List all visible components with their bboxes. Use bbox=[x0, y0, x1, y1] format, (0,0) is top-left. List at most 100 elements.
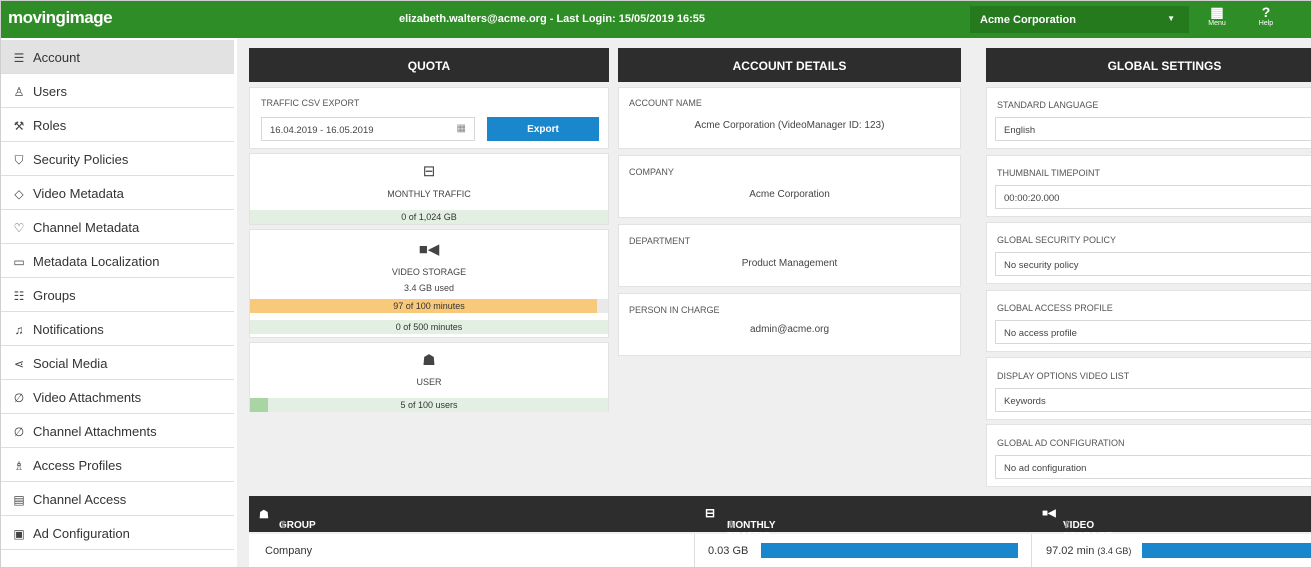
sidebar-item-label: Metadata Localization bbox=[33, 254, 160, 269]
video-storage-label: VIDEO STORAGE bbox=[391, 267, 467, 277]
company-label: COMPANY bbox=[629, 167, 674, 177]
hdd-icon: ⊟ bbox=[705, 506, 716, 520]
thumbnail-card: THUMBNAIL TIMEPOINT 00:00:20.000 bbox=[986, 155, 1311, 217]
sidebar-item-label: Access Profiles bbox=[33, 458, 122, 473]
traffic-progress-bar bbox=[761, 543, 1018, 558]
table-row[interactable]: Company 0.03 GB 97.02 min (3.4 GB) bbox=[249, 534, 1311, 567]
sidebar-item-social-media[interactable]: ⋖ Social Media bbox=[1, 346, 234, 380]
calendar-icon: ▦ bbox=[456, 123, 466, 134]
language-select[interactable]: English bbox=[995, 117, 1311, 141]
access-profile-label: GLOBAL ACCESS PROFILE bbox=[997, 303, 1113, 313]
sidebar-item-channel-attachments[interactable]: ∅ Channel Attachments bbox=[1, 414, 234, 448]
sidebar-item-security-policies[interactable]: ⛉ Security Policies bbox=[1, 142, 234, 176]
people-icon: ☷ bbox=[13, 289, 25, 303]
caret-down-icon: ▼ bbox=[1167, 14, 1175, 23]
row-storage: 97.02 min (3.4 GB) bbox=[1046, 545, 1131, 557]
language-label: STANDARD LANGUAGE bbox=[997, 100, 1099, 110]
monthly-traffic-bar: 0 of 1,024 GB bbox=[250, 210, 608, 224]
language-card: STANDARD LANGUAGE English bbox=[986, 87, 1311, 149]
security-policy-card: GLOBAL SECURITY POLICY No security polic… bbox=[986, 222, 1311, 284]
sidebar-item-label: Video Attachments bbox=[33, 390, 142, 405]
sidebar-item-metadata-localization[interactable]: ▭ Metadata Localization bbox=[1, 244, 234, 278]
user-bar-text: 5 of 100 users bbox=[400, 400, 458, 410]
organization-name: Acme Corporation bbox=[980, 14, 1076, 26]
sidebar-item-label: Users bbox=[33, 84, 67, 99]
sort-icon: ⇕ bbox=[727, 520, 736, 531]
sidebar-item-account[interactable]: ☰ Account bbox=[1, 40, 234, 74]
sidebar-item-channel-metadata[interactable]: ♡ Channel Metadata bbox=[1, 210, 234, 244]
sidebar-item-label: Channel Access bbox=[33, 492, 127, 507]
access-profile-select[interactable]: No access profile bbox=[995, 320, 1311, 344]
storage-bar-1-text: 97 of 100 minutes bbox=[393, 301, 465, 311]
department-value: Product Management bbox=[741, 258, 838, 269]
date-range-value: 16.04.2019 - 16.05.2019 bbox=[270, 125, 374, 136]
global-settings-header: GLOBAL SETTINGS bbox=[986, 48, 1311, 82]
row-storage-value: 97.02 min bbox=[1046, 545, 1095, 557]
sidebar-item-channel-access[interactable]: ▤ Channel Access bbox=[1, 482, 234, 516]
thumbnail-input[interactable]: 00:00:20.000 bbox=[995, 185, 1311, 209]
row-traffic: 0.03 GB bbox=[708, 545, 749, 557]
video-camera-icon: ■◀ bbox=[418, 241, 440, 258]
monthly-traffic-card: ⊟ MONTHLY TRAFFIC 0 of 1,024 GB bbox=[249, 153, 609, 225]
top-bar: movingimage elizabeth.walters@acme.org -… bbox=[1, 1, 1311, 38]
sidebar-item-ad-configuration[interactable]: ▣ Ad Configuration bbox=[1, 516, 234, 550]
export-button[interactable]: Export bbox=[487, 117, 599, 141]
ad-configuration-card: GLOBAL AD CONFIGURATION No ad configurat… bbox=[986, 424, 1311, 487]
user-icon: ♙ bbox=[13, 85, 25, 99]
wrench-icon: ⚒ bbox=[13, 119, 25, 133]
organization-select[interactable]: Acme Corporation ▼ bbox=[970, 6, 1189, 33]
sidebar-item-label: Video Metadata bbox=[33, 186, 124, 201]
ad-icon: ▣ bbox=[13, 527, 25, 541]
person-in-charge-card: PERSON IN CHARGE admin@acme.org bbox=[618, 293, 961, 356]
person-in-charge-value: admin@acme.org bbox=[749, 324, 830, 335]
shield-icon: ⛉ bbox=[14, 153, 24, 167]
tag-icon: ◇ bbox=[14, 187, 24, 201]
help-button[interactable]: ? Help bbox=[1246, 5, 1286, 35]
video-storage-card: ■◀ VIDEO STORAGE 3.4 GB used 97 of 100 m… bbox=[249, 229, 609, 338]
users-icon: ☗ bbox=[259, 509, 269, 521]
account-details-header: ACCOUNT DETAILS bbox=[618, 48, 961, 82]
badge-icon: ♡ bbox=[13, 221, 25, 235]
app-frame: movingimage elizabeth.walters@acme.org -… bbox=[0, 0, 1312, 568]
security-policy-select[interactable]: No security policy bbox=[995, 252, 1311, 276]
video-storage-used: 3.4 GB used bbox=[403, 283, 455, 293]
access-profile-card: GLOBAL ACCESS PROFILE No access profile bbox=[986, 290, 1311, 352]
sidebar-item-label: Channel Metadata bbox=[33, 220, 140, 235]
storage-bar-2: 0 of 500 minutes bbox=[250, 320, 608, 334]
sidebar-item-access-profiles[interactable]: ♗ Access Profiles bbox=[1, 448, 234, 482]
company-value: Acme Corporation bbox=[749, 189, 830, 200]
sidebar-item-roles[interactable]: ⚒ Roles bbox=[1, 108, 234, 142]
help-icon: ? bbox=[1261, 4, 1271, 20]
account-name-label: ACCOUNT NAME bbox=[629, 98, 702, 108]
sidebar-item-label: Ad Configuration bbox=[33, 526, 130, 541]
traffic-export-card: TRAFFIC CSV EXPORT 16.04.2019 - 16.05.20… bbox=[249, 87, 609, 149]
user-label: USER bbox=[416, 377, 442, 387]
sidebar-item-groups[interactable]: ☷ Groups bbox=[1, 278, 234, 312]
sidebar-item-notifications[interactable]: ♫ Notifications bbox=[1, 312, 234, 346]
menu-button[interactable]: ▦ Menu bbox=[1197, 5, 1237, 35]
row-storage-sub: (3.4 GB) bbox=[1097, 546, 1132, 556]
paperclip-icon: ∅ bbox=[13, 425, 25, 439]
row-group: Company bbox=[265, 545, 313, 557]
display-options-label: DISPLAY OPTIONS VIDEO LIST bbox=[997, 371, 1130, 381]
sidebar-item-label: Account bbox=[33, 50, 80, 65]
sidebar-item-label: Social Media bbox=[33, 356, 108, 371]
sidebar-item-video-metadata[interactable]: ◇ Video Metadata bbox=[1, 176, 234, 210]
chat-icon: ▭ bbox=[13, 255, 25, 269]
monthly-traffic-label: MONTHLY TRAFFIC bbox=[387, 189, 471, 199]
sidebar-item-video-attachments[interactable]: ∅ Video Attachments bbox=[1, 380, 234, 414]
sidebar-item-label: Security Policies bbox=[33, 152, 129, 167]
date-range-input[interactable]: 16.04.2019 - 16.05.2019 ▦ bbox=[261, 117, 475, 141]
bell-icon: ♫ bbox=[14, 323, 24, 337]
thumbnail-label: THUMBNAIL TIMEPOINT bbox=[997, 168, 1101, 178]
user-key-icon: ♗ bbox=[13, 459, 25, 473]
hdd-icon: ⊟ bbox=[422, 163, 436, 180]
ad-configuration-select[interactable]: No ad configuration bbox=[995, 455, 1311, 479]
sidebar-item-users[interactable]: ♙ Users bbox=[1, 74, 234, 108]
display-options-card: DISPLAY OPTIONS VIDEO LIST Keywords bbox=[986, 357, 1311, 420]
traffic-export-label: TRAFFIC CSV EXPORT bbox=[261, 98, 360, 108]
sidebar-item-label: Notifications bbox=[33, 322, 104, 337]
sort-icon: ⇕ bbox=[279, 520, 288, 531]
help-label: Help bbox=[1258, 20, 1274, 27]
display-options-select[interactable]: Keywords bbox=[995, 388, 1311, 412]
